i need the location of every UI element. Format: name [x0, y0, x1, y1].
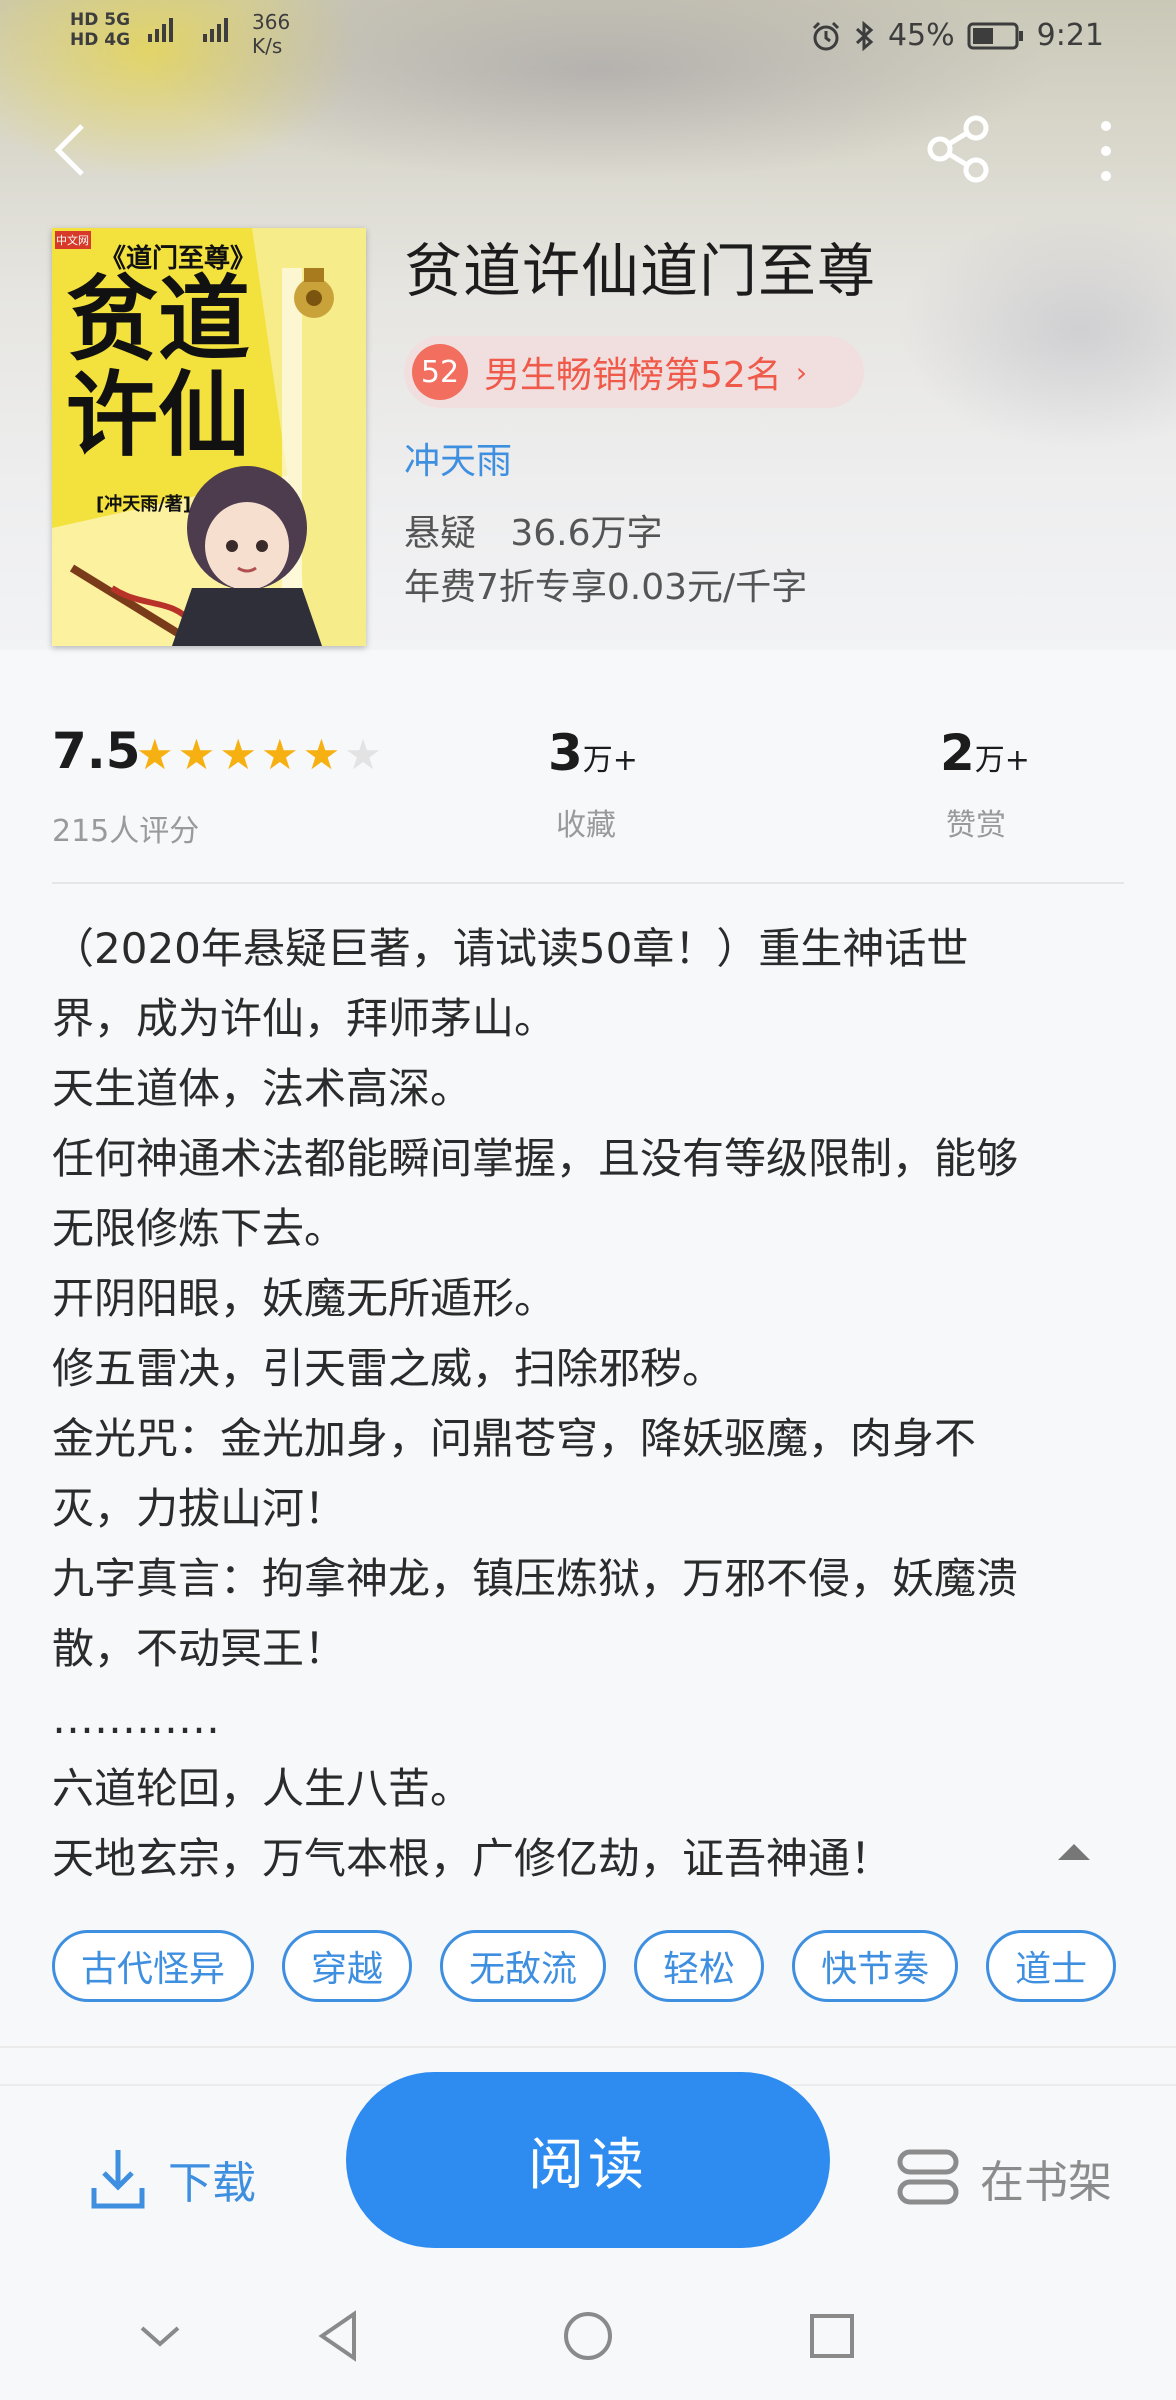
tag-chip[interactable]: 轻松 [634, 1930, 765, 2002]
book-cover[interactable]: 中文网 《道门至尊》 贫道 许仙 [冲天雨/著] [52, 228, 366, 646]
collapse-keyboard-icon[interactable] [128, 2304, 192, 2368]
rating-stars: ★ ★ ★ ★ ★ ★ [136, 734, 382, 776]
battery-percent: 45% [887, 18, 955, 53]
description-line: ………… [52, 1694, 220, 1743]
status-bar: HD 5G HD 4G 366 K/s 45% 9:21 [0, 0, 1176, 76]
cover-publisher: 中文网 [56, 234, 89, 247]
description-line: 九字真言：拘拿神龙，镇压炼狱，万邪不侵，妖魔溃 [52, 1554, 1019, 1603]
bookshelf-label: 在书架 [980, 2157, 1112, 2208]
tag-list: 古代怪异 穿越 无敌流 轻松 快节奏 道士 [52, 1930, 1124, 2010]
rating-count: 215人评分 [52, 814, 200, 849]
tag-chip[interactable]: 穿越 [282, 1930, 413, 2002]
bookshelf-button[interactable]: 在书架 [894, 2146, 1112, 2210]
description-line: 修五雷决，引天雷之威，扫除邪秽。 [52, 1344, 725, 1393]
price-info: 年费7折专享0.03元/千字 [404, 567, 808, 608]
bookshelf-icon [897, 2149, 959, 2205]
signal-icon [148, 16, 228, 42]
tag-chip[interactable]: 古代怪异 [52, 1930, 255, 2002]
bottom-action-bar: 下载 阅读 在书架 [0, 2072, 1176, 2282]
star-icon: ★ [136, 730, 174, 779]
star-icon: ★ [302, 730, 341, 779]
chevron-up-icon[interactable] [1056, 1840, 1092, 1864]
description-line: 天地玄宗，万气本根，广修亿劫，证吾神通！ [52, 1834, 893, 1883]
description-line: 界，成为许仙，拜师茅山。 [52, 994, 557, 1043]
cover-title-2: 许仙 [66, 362, 251, 469]
tag-chip[interactable]: 无敌流 [440, 1930, 607, 2002]
section-divider [0, 2046, 1176, 2048]
genre-wordcount: 悬疑 36.6万字 [404, 513, 663, 554]
description-line: 无限修炼下去。 [52, 1204, 347, 1253]
system-navigation-bar [0, 2280, 1176, 2400]
cover-title-1: 贫道 [66, 266, 251, 373]
star-empty-icon: ★ [344, 730, 382, 779]
description-line: 散，不动冥王！ [52, 1624, 347, 1673]
description-line: 开阴阳眼，妖魔无所遁形。 [52, 1274, 557, 1323]
description-line: 天生道体，法术高深。 [52, 1064, 473, 1113]
favorites-count: 3万+ [548, 724, 638, 782]
book-description[interactable]: （2020年悬疑巨著，请试读50章！）重生神话世 界，成为许仙，拜师茅山。 天生… [52, 914, 1132, 1894]
net-speed: 366 K/s [252, 10, 291, 58]
download-button[interactable]: 下载 [90, 2146, 256, 2212]
author-link[interactable]: 冲天雨 [404, 432, 512, 484]
read-button[interactable]: 阅读 [346, 2072, 830, 2248]
description-line: 灭，力拔山河！ [52, 1484, 347, 1533]
rank-label: 男生畅销榜第52名 [484, 355, 782, 396]
ranking-badge[interactable]: 52 男生畅销榜第52名 › [404, 336, 864, 408]
star-icon: ★ [177, 730, 216, 779]
nav-home-icon[interactable] [556, 2304, 620, 2368]
back-icon[interactable] [46, 120, 96, 180]
tag-chip[interactable]: 道士 [986, 1930, 1117, 2002]
rating-score: 7.5 [52, 722, 141, 780]
clock: 9:21 [1036, 18, 1104, 53]
download-icon [91, 2150, 145, 2209]
divider [52, 882, 1124, 884]
download-label: 下载 [168, 2158, 256, 2209]
alarm-icon [812, 21, 839, 50]
rewards-label: 赞赏 [946, 808, 1006, 843]
nav-back-icon[interactable] [308, 2304, 372, 2368]
star-icon: ★ [260, 730, 299, 779]
tag-chip[interactable]: 快节奏 [792, 1930, 959, 2002]
stats-row: 7.5 ★ ★ ★ ★ ★ ★ 215人评分 3万+ 收藏 2万+ 赞赏 [0, 700, 1176, 880]
star-icon: ★ [219, 730, 257, 779]
description-line: 任何神通术法都能瞬间掌握，且没有等级限制，能够 [52, 1134, 1019, 1183]
rewards-count: 2万+ [940, 724, 1030, 782]
bluetooth-icon [855, 20, 874, 51]
nav-recents-icon[interactable] [800, 2304, 864, 2368]
cover-author: [冲天雨/著] [96, 494, 192, 515]
battery-icon [967, 22, 1023, 49]
description-line: 金光咒：金光加身，问鼎苍穹，降妖驱魔，肉身不 [52, 1414, 977, 1463]
rank-number: 52 [412, 344, 468, 400]
chevron-right-icon: › [795, 355, 808, 389]
sim-indicators: HD 5G HD 4G [70, 10, 131, 50]
book-title: 贫道许仙道门至尊 [404, 237, 877, 305]
description-line: 六道轮回，人生八苦。 [52, 1764, 473, 1813]
favorites-label: 收藏 [556, 808, 616, 843]
share-icon[interactable] [924, 114, 994, 184]
more-vertical-icon[interactable] [1086, 116, 1126, 186]
description-line: （2020年悬疑巨著，请试读50章！）重生神话世 [52, 924, 969, 973]
